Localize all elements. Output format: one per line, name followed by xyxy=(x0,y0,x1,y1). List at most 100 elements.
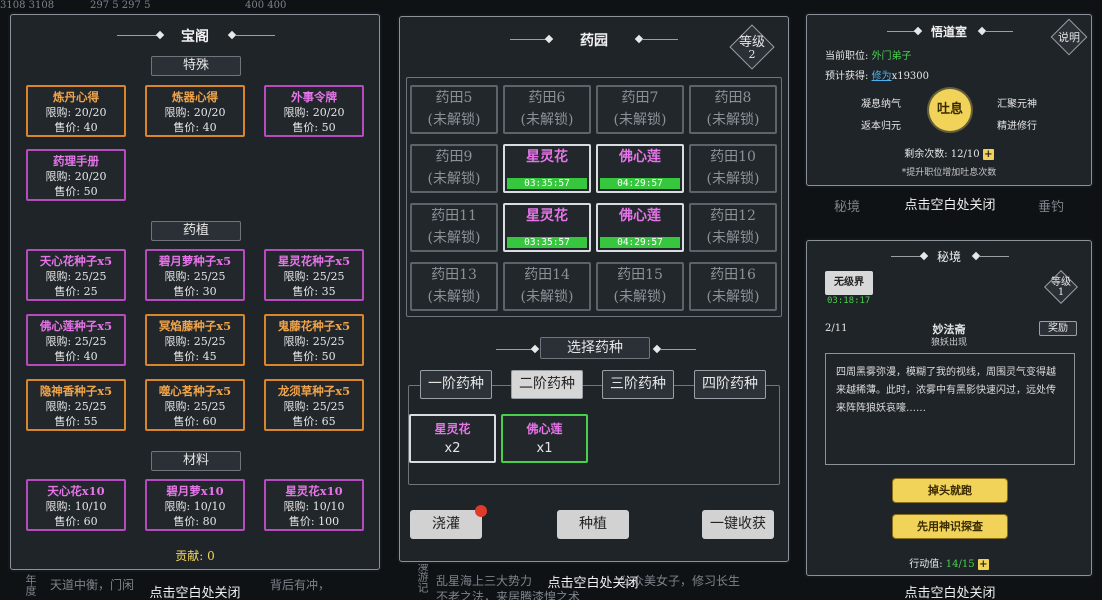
plot-locked[interactable]: 药田8 (未解锁) xyxy=(689,85,777,134)
water-button[interactable]: 浇灌 xyxy=(410,510,482,539)
plot-growing[interactable]: 佛心莲 04:29:57 xyxy=(596,203,684,252)
item-limit: 限购: 20/20 xyxy=(164,106,226,119)
tab-tier2[interactable]: 二阶药种 xyxy=(511,370,583,399)
shop-item[interactable]: 碧月萝种子x5 限购: 25/25 售价: 30 xyxy=(145,249,245,301)
shop-item[interactable]: 隐神香种子x5 限购: 25/25 售价: 55 xyxy=(26,379,126,431)
expect-row: 预计获得: 修为x19300 xyxy=(825,67,929,82)
enlighten-title: 悟道室 xyxy=(930,25,967,39)
item-limit: 限购: 20/20 xyxy=(283,106,345,119)
item-limit: 限购: 25/25 xyxy=(283,270,345,283)
plot-name: 药田14 xyxy=(524,267,570,283)
shop-item[interactable]: 炼器心得 限购: 20/20 售价: 40 xyxy=(145,85,245,137)
plot-growing[interactable]: 星灵花 03:35:57 xyxy=(503,144,591,193)
plot-name: 药田7 xyxy=(621,90,659,106)
item-name: 炼丹心得 xyxy=(53,90,99,104)
item-limit: 限购: 25/25 xyxy=(164,335,226,348)
seed-name: 佛心莲 xyxy=(526,422,563,436)
plus-icon[interactable]: + xyxy=(977,559,989,570)
seed-card[interactable]: 星灵花 x2 xyxy=(409,414,496,463)
option-return-origin[interactable]: 返本归元 xyxy=(861,117,901,132)
shop-item[interactable]: 龙须草种子x5 限购: 25/25 售价: 65 xyxy=(264,379,364,431)
plot-locked[interactable]: 药田14 (未解锁) xyxy=(503,262,591,311)
plot-status: (未解锁) xyxy=(427,171,481,187)
plot-name: 药田8 xyxy=(714,90,752,106)
item-limit: 限购: 20/20 xyxy=(45,170,107,183)
tab-tier4[interactable]: 四阶药种 xyxy=(694,370,766,399)
backdrop-vertical-mid: 漫游记 xyxy=(416,560,429,593)
choice-run-away-button[interactable]: 掉头就跑 xyxy=(893,479,1007,502)
shop-item[interactable]: 天心花x10 限购: 10/10 售价: 60 xyxy=(26,479,126,531)
realm-event: 狼妖出现 xyxy=(930,338,967,348)
shop-item[interactable]: 星灵花种子x5 限购: 25/25 售价: 35 xyxy=(264,249,364,301)
plot-growing[interactable]: 佛心莲 04:29:57 xyxy=(596,144,684,193)
shop-item[interactable]: 外事令牌 限购: 20/20 售价: 50 xyxy=(264,85,364,137)
choice-probe-button[interactable]: 先用神识探查 xyxy=(893,515,1007,538)
growth-timer: 03:35:57 xyxy=(507,237,587,248)
shop-item[interactable]: 鬼藤花种子x5 限购: 25/25 售价: 50 xyxy=(264,314,364,366)
shop-item[interactable]: 天心花种子x5 限购: 25/25 售价: 25 xyxy=(26,249,126,301)
garden-close-hint[interactable]: 点击空白处关闭 xyxy=(508,572,678,591)
title-line-right xyxy=(985,31,1013,32)
plot-locked[interactable]: 药田5 (未解锁) xyxy=(410,85,498,134)
item-limit: 限购: 25/25 xyxy=(164,270,226,283)
plot-locked[interactable]: 药田9 (未解锁) xyxy=(410,144,498,193)
item-limit: 限购: 10/10 xyxy=(45,500,107,513)
plot-name: 药田15 xyxy=(617,267,663,283)
seed-card-selected[interactable]: 佛心莲 x1 xyxy=(501,414,588,463)
plot-locked[interactable]: 药田16 (未解锁) xyxy=(689,262,777,311)
shop-item[interactable]: 炼丹心得 限购: 20/20 售价: 40 xyxy=(26,85,126,137)
realm-name-tag[interactable]: 无级界 xyxy=(825,271,873,295)
option-advance-cultivation[interactable]: 精进修行 xyxy=(997,117,1037,132)
harvest-all-button[interactable]: 一键收获 xyxy=(702,510,774,539)
section-label: 药植 xyxy=(182,223,209,238)
option-gather-qi[interactable]: 凝息纳气 xyxy=(861,95,901,110)
plot-locked[interactable]: 药田7 (未解锁) xyxy=(596,85,684,134)
realm-close-hint[interactable]: 点击空白处关闭 xyxy=(870,582,1030,600)
backdrop-top-left-text2: 297 5 297 5 xyxy=(90,0,151,11)
plot-locked[interactable]: 药田6 (未解锁) xyxy=(503,85,591,134)
shop-item[interactable]: 噬心茗种子x5 限购: 25/25 售价: 60 xyxy=(145,379,245,431)
enlighten-close-hint[interactable]: 点击空白处关闭 xyxy=(870,194,1030,213)
shop-close-hint[interactable]: 点击空白处关闭 xyxy=(110,582,280,600)
tab-tier1[interactable]: 一阶药种 xyxy=(420,370,492,399)
plot-name: 药田13 xyxy=(431,267,477,283)
plot-locked[interactable]: 药田13 (未解锁) xyxy=(410,262,498,311)
expect-amount: x19300 xyxy=(891,71,930,82)
item-price: 售价: 65 xyxy=(292,415,336,428)
shop-item[interactable]: 星灵花x10 限购: 10/10 售价: 100 xyxy=(264,479,364,531)
item-limit: 限购: 10/10 xyxy=(283,500,345,513)
plot-name: 佛心莲 xyxy=(619,149,661,165)
expect-value: 修为 xyxy=(871,71,892,82)
shop-title: 宝阁 xyxy=(181,29,209,45)
explain-label[interactable]: 说明 xyxy=(1050,32,1088,44)
tab-tier3[interactable]: 三阶药种 xyxy=(602,370,674,399)
plot-locked[interactable]: 药田15 (未解锁) xyxy=(596,262,684,311)
plot-locked[interactable]: 药田10 (未解锁) xyxy=(689,144,777,193)
shop-item[interactable]: 碧月萝x10 限购: 10/10 售价: 80 xyxy=(145,479,245,531)
position-value: 外门弟子 xyxy=(871,51,912,62)
shop-item[interactable]: 冥焰藤种子x5 限购: 25/25 售价: 45 xyxy=(145,314,245,366)
story-box: 四周黑雾弥漫，模糊了我的视线，周围灵气变得越来越稀薄。此时，浓雾中有黑影快速闪过… xyxy=(825,353,1075,465)
select-ornament-left xyxy=(530,344,540,354)
item-name: 炼器心得 xyxy=(172,90,218,104)
shop-item[interactable]: 药理手册 限购: 20/20 售价: 50 xyxy=(26,149,126,201)
plus-icon[interactable]: + xyxy=(982,149,994,160)
tab-label: 四阶药种 xyxy=(702,376,758,392)
growth-timer: 03:35:57 xyxy=(507,178,587,189)
plot-status: (未解锁) xyxy=(613,289,667,305)
plot-locked[interactable]: 药田11 (未解锁) xyxy=(410,203,498,252)
plot-locked[interactable]: 药田12 (未解锁) xyxy=(689,203,777,252)
breathe-button[interactable]: 吐息 xyxy=(929,89,971,131)
plot-growing[interactable]: 星灵花 03:35:57 xyxy=(503,203,591,252)
option-gather-spirit[interactable]: 汇聚元神 xyxy=(997,95,1037,110)
section-label: 特殊 xyxy=(182,58,209,73)
plot-name: 药田11 xyxy=(431,208,477,224)
item-limit: 限购: 25/25 xyxy=(45,400,107,413)
reward-button[interactable]: 奖励 xyxy=(1039,321,1077,336)
section-label: 材料 xyxy=(182,453,209,468)
item-name: 佛心莲种子x5 xyxy=(39,319,113,333)
shop-item[interactable]: 佛心莲种子x5 限购: 25/25 售价: 40 xyxy=(26,314,126,366)
plant-button[interactable]: 种植 xyxy=(557,510,629,539)
plot-name: 药田10 xyxy=(710,149,756,165)
garden-panel: 药园 等级 2 药田5 (未解锁) 药田6 (未解锁) 药田7 (未解锁) 药田8 (未… xyxy=(399,16,789,562)
